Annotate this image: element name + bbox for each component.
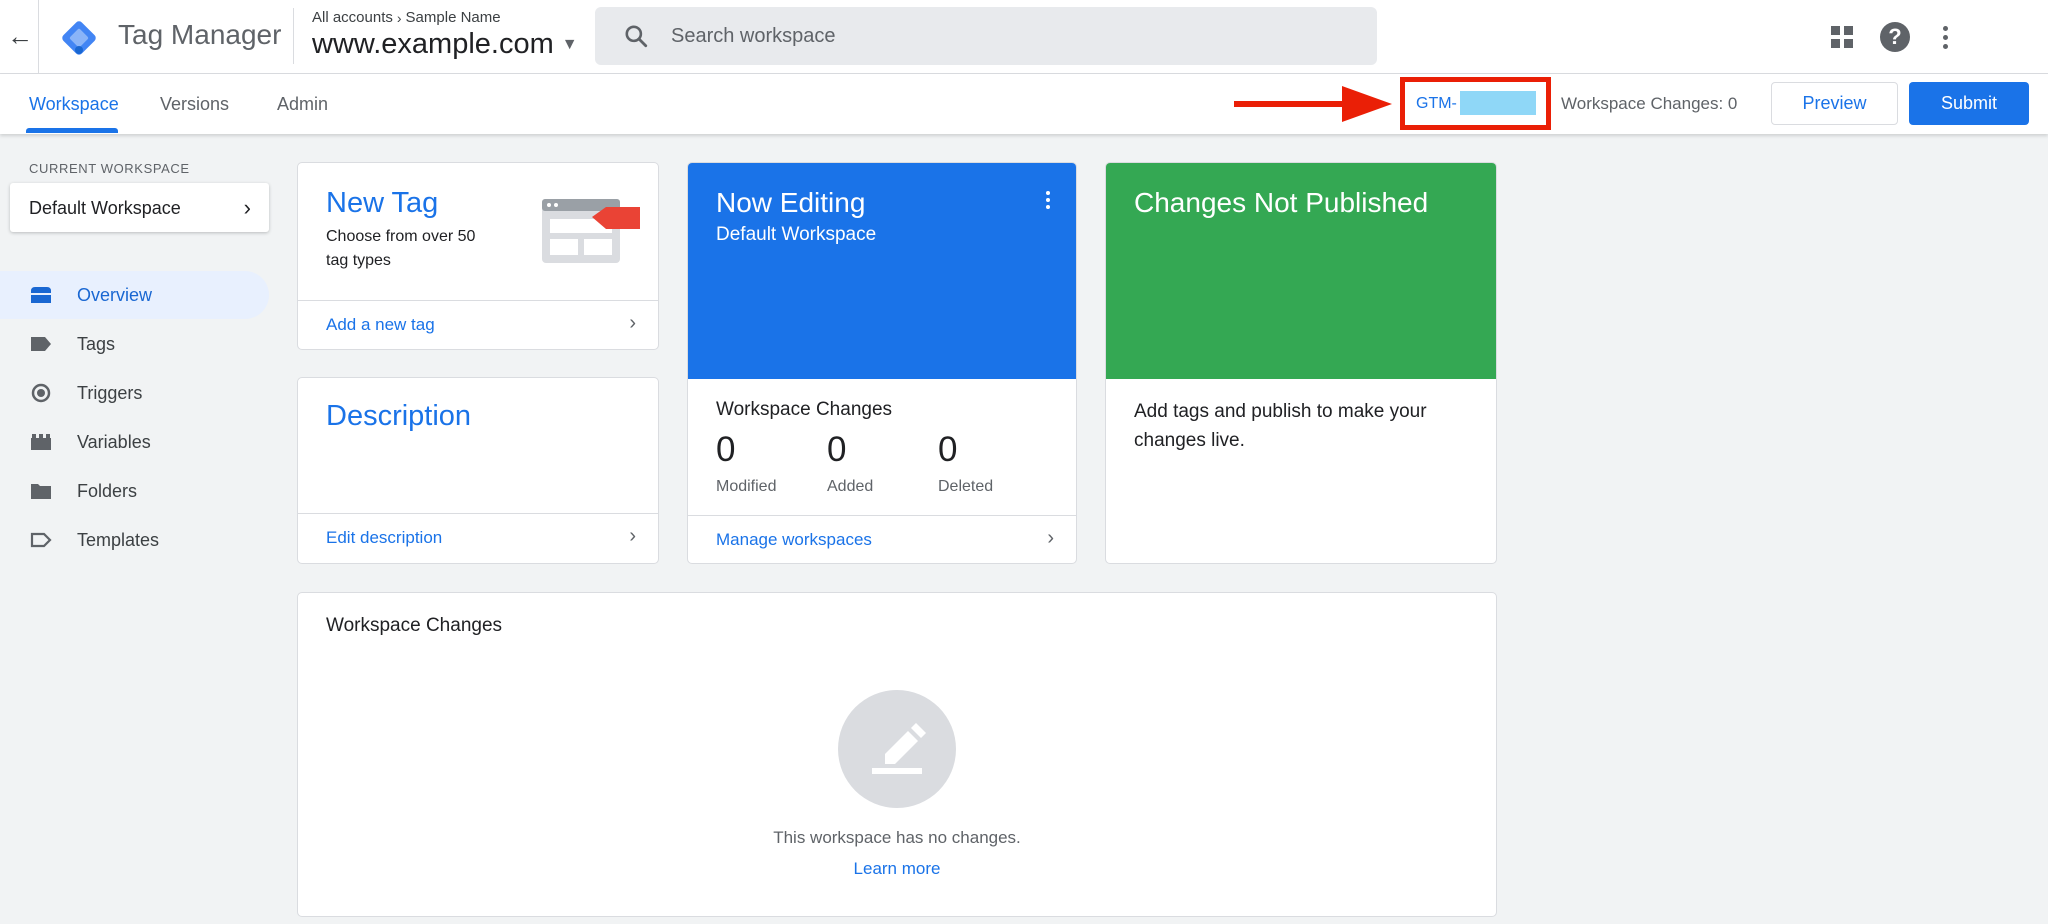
- changes-not-published-header: Changes Not Published: [1106, 163, 1496, 379]
- tab-admin[interactable]: Admin: [277, 94, 328, 115]
- search-icon: [625, 25, 648, 48]
- sidebar-item-label: Tags: [77, 334, 116, 354]
- now-editing-card: Now Editing Default Workspace Workspace …: [687, 162, 1077, 564]
- submit-button[interactable]: Submit: [1909, 82, 2029, 125]
- edit-icon: [838, 690, 956, 808]
- help-icon[interactable]: ?: [1880, 22, 1910, 52]
- tab-versions[interactable]: Versions: [160, 94, 229, 115]
- arrow-back-icon[interactable]: ←: [4, 18, 36, 54]
- chevron-right-icon[interactable]: ›: [1047, 527, 1054, 550]
- deleted-label: Deleted: [938, 478, 994, 495]
- changes-not-published-title: Changes Not Published: [1134, 187, 1429, 218]
- container-name: www.example.com: [312, 28, 554, 60]
- sidebar-item-label: Variables: [77, 432, 151, 452]
- added-label: Added: [827, 478, 874, 495]
- breadcrumb-account[interactable]: Sample Name: [406, 9, 501, 26]
- sidebar-item-label: Templates: [77, 530, 160, 550]
- overview-icon: [31, 287, 51, 303]
- sidebar-item-tags[interactable]: Tags: [0, 320, 269, 368]
- description-card: Description Edit description ›: [297, 377, 659, 564]
- annotation-arrow: [1234, 86, 1392, 122]
- learn-more-link[interactable]: Learn more: [298, 859, 1496, 879]
- more-vert-icon[interactable]: [1042, 191, 1054, 215]
- sidebar-item-folders[interactable]: Folders: [0, 467, 269, 515]
- chevron-right-icon[interactable]: ›: [629, 312, 636, 335]
- variables-icon: [31, 434, 51, 450]
- workspace-changes-count: Workspace Changes: 0: [1561, 94, 1738, 113]
- template-icon: [30, 532, 52, 548]
- deleted-count: 0: [938, 430, 958, 469]
- more-vert-icon[interactable]: [1930, 20, 1960, 54]
- chevron-right-icon[interactable]: ›: [629, 525, 636, 548]
- new-tag-title[interactable]: New Tag: [326, 187, 438, 220]
- sidebar-item-overview[interactable]: Overview: [0, 271, 269, 319]
- sidebar-item-templates[interactable]: Templates: [0, 516, 269, 564]
- divider: [293, 8, 294, 64]
- new-tag-description: Choose from over 50 tag types: [326, 228, 476, 269]
- app-title: Tag Manager: [118, 19, 282, 50]
- now-editing-header: Now Editing Default Workspace: [688, 163, 1076, 379]
- apps-icon[interactable]: [1828, 23, 1856, 51]
- changes-not-published-card: Changes Not Published Add tags and publi…: [1105, 162, 1497, 564]
- changes-not-published-body: Add tags and publish to make your change…: [1134, 401, 1427, 451]
- workspace-changes-title: Workspace Changes: [326, 615, 503, 636]
- active-tab-indicator: [26, 128, 118, 133]
- tab-bar: Workspace Versions Admin: [0, 74, 2048, 134]
- breadcrumb[interactable]: All accounts › Sample Name: [312, 9, 501, 26]
- current-workspace-name: Default Workspace: [29, 198, 181, 218]
- sidebar-item-triggers[interactable]: Triggers: [0, 369, 269, 417]
- now-editing-title: Now Editing: [716, 187, 866, 218]
- tag-icon: [31, 337, 51, 351]
- container-id-link[interactable]: GTM-: [1416, 95, 1457, 113]
- folder-icon: [31, 484, 51, 499]
- added-count: 0: [827, 430, 847, 469]
- description-title: Description: [326, 400, 472, 432]
- divider: [298, 300, 658, 301]
- breadcrumb-all-accounts[interactable]: All accounts: [312, 9, 393, 26]
- modified-label: Modified: [716, 478, 777, 495]
- chevron-right-icon: ›: [396, 9, 402, 26]
- tab-workspace[interactable]: Workspace: [29, 94, 119, 115]
- now-editing-workspace: Default Workspace: [716, 224, 877, 245]
- sidebar-item-variables[interactable]: Variables: [0, 418, 269, 466]
- preview-button[interactable]: Preview: [1771, 82, 1898, 125]
- sidebar-item-label: Folders: [77, 481, 138, 501]
- container-selector[interactable]: www.example.com ▼: [312, 28, 578, 61]
- dropdown-arrow-icon: ▼: [561, 35, 578, 53]
- divider: [688, 515, 1076, 516]
- current-workspace-selector[interactable]: Default Workspace ›: [10, 183, 269, 232]
- trigger-icon: [31, 383, 51, 403]
- edit-description-link[interactable]: Edit description: [326, 528, 442, 548]
- chevron-right-icon: ›: [243, 195, 251, 220]
- manage-workspaces-link[interactable]: Manage workspaces: [716, 530, 872, 550]
- workspace-changes-card: Workspace Changes This workspace has no …: [297, 592, 1497, 917]
- add-new-tag-link[interactable]: Add a new tag: [326, 315, 435, 335]
- sidebar-item-label: Triggers: [77, 383, 143, 403]
- search-input[interactable]: [671, 15, 1351, 57]
- empty-state-text: This workspace has no changes.: [773, 828, 1021, 847]
- top-app-bar: ← Tag Manager All accounts › Sample Name…: [0, 0, 2048, 74]
- divider: [38, 0, 39, 74]
- redaction-block: [1460, 91, 1536, 115]
- new-tag-card: New Tag Choose from over 50 tag types Ad…: [297, 162, 659, 350]
- modified-count: 0: [716, 430, 736, 469]
- tag-illustration-icon: [542, 199, 640, 263]
- current-workspace-label: CURRENT WORKSPACE: [29, 161, 190, 176]
- tag-manager-logo[interactable]: [58, 17, 100, 59]
- sidebar-item-label: Overview: [77, 285, 153, 305]
- divider: [298, 513, 658, 514]
- search-bar[interactable]: [595, 7, 1377, 65]
- workspace-changes-heading: Workspace Changes: [716, 399, 893, 420]
